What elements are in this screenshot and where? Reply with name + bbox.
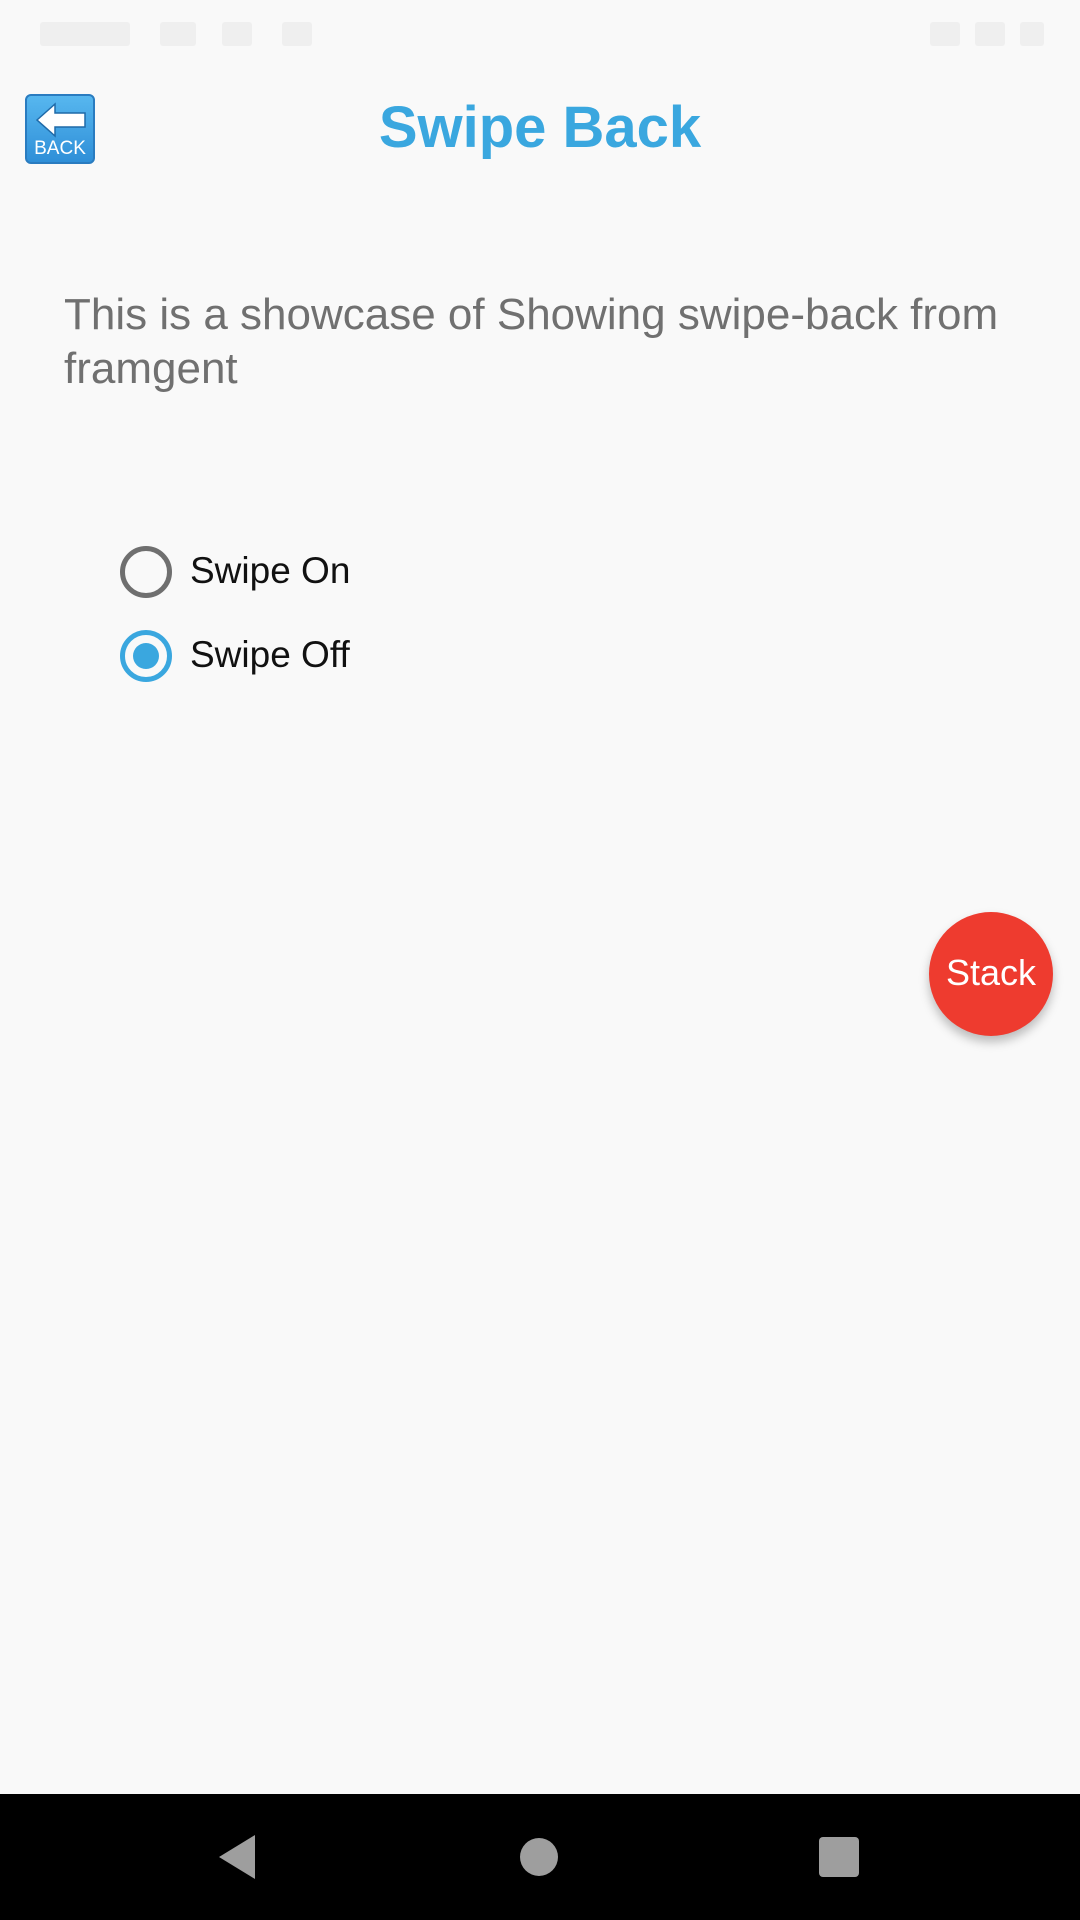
radio-button-unchecked[interactable] (120, 546, 172, 598)
status-notification-icon (222, 22, 252, 46)
description-text: This is a showcase of Showing swipe-back… (64, 290, 999, 393)
status-notification-icon (282, 22, 312, 46)
back-triangle-icon (219, 1835, 255, 1879)
radio-label-swipe-on: Swipe On (190, 550, 351, 591)
status-time-placeholder (40, 22, 130, 46)
radio-label-swipe-off: Swipe Off (190, 634, 350, 675)
system-navigation-bar (0, 1794, 1080, 1920)
recents-square-icon (819, 1837, 859, 1877)
app-header: BACK Swipe Back (0, 64, 1080, 194)
nav-back-button[interactable] (205, 1824, 271, 1890)
radio-button-checked[interactable] (120, 630, 172, 682)
nav-recents-button[interactable] (806, 1824, 872, 1890)
fab-label: Stack (945, 952, 1037, 993)
battery-icon (1020, 22, 1044, 46)
status-notification-icon (160, 22, 196, 46)
radio-swipe-on[interactable]: Swipe On (120, 540, 480, 624)
nav-home-button[interactable] (506, 1824, 572, 1890)
radio-swipe-off[interactable]: Swipe Off (120, 624, 480, 708)
stack-fab-button[interactable]: Stack (929, 912, 1053, 1036)
home-circle-icon (520, 1838, 558, 1876)
status-bar (0, 0, 1080, 64)
app-screen: BACK Swipe Back This is a showcase of Sh… (0, 0, 1080, 1920)
signal-icon (975, 22, 1005, 46)
swipe-radio-group: Swipe On Swipe Off (120, 540, 480, 708)
wifi-icon (930, 22, 960, 46)
page-title: Swipe Back (378, 95, 702, 160)
